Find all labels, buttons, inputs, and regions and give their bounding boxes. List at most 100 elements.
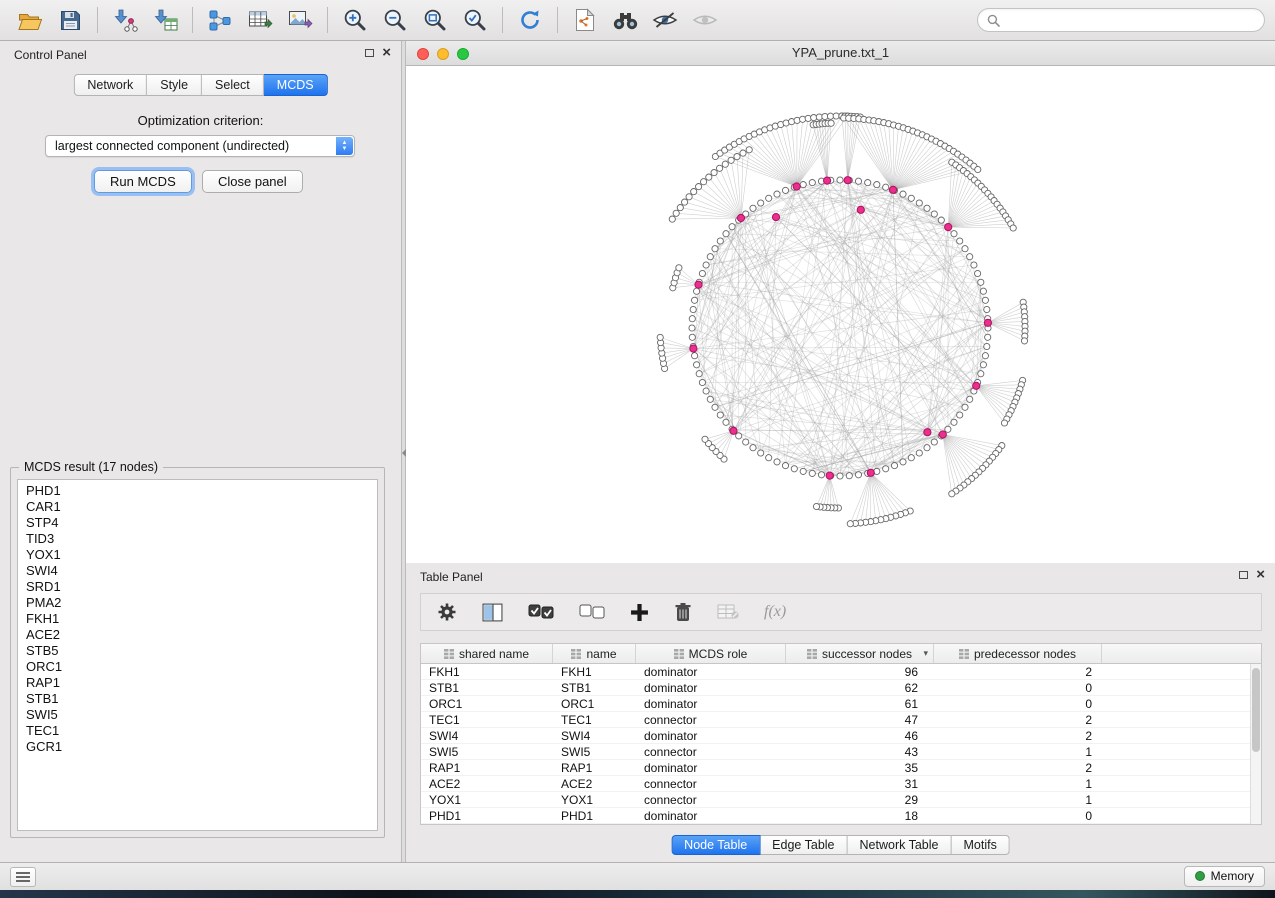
function-builder-button[interactable]: f(x)	[764, 603, 786, 621]
table-cell[interactable]: FKH1	[553, 664, 636, 679]
tab-network-table[interactable]: Network Table	[848, 835, 952, 855]
select-all-button[interactable]	[528, 604, 554, 620]
table-scrollbar[interactable]	[1250, 664, 1261, 824]
table-cell[interactable]: 18	[786, 808, 934, 823]
table-cell[interactable]: 2	[934, 664, 1102, 679]
sort-caret-icon[interactable]: ▾	[923, 648, 928, 659]
zoom-fit-button[interactable]	[415, 3, 455, 37]
hide-graphics-details-button[interactable]	[645, 3, 685, 37]
column-header-shared-name[interactable]: shared name	[421, 644, 553, 663]
table-cell[interactable]: 2	[934, 760, 1102, 775]
table-cell[interactable]: FKH1	[421, 664, 553, 679]
column-header-mcds-role[interactable]: MCDS role	[636, 644, 786, 663]
network-canvas[interactable]	[406, 66, 1275, 563]
table-row[interactable]: ORC1ORC1dominator610	[421, 696, 1261, 712]
mcds-result-item[interactable]: YOX1	[18, 547, 377, 563]
delete-column-button[interactable]	[674, 602, 692, 622]
search-input[interactable]	[1006, 13, 1255, 27]
scrollbar-thumb[interactable]	[1252, 668, 1260, 752]
table-cell[interactable]: RAP1	[553, 760, 636, 775]
mcds-result-item[interactable]: STB1	[18, 691, 377, 707]
add-column-button[interactable]	[630, 603, 649, 622]
table-cell[interactable]: 46	[786, 728, 934, 743]
tab-motifs[interactable]: Motifs	[951, 835, 1009, 855]
table-cell[interactable]: 43	[786, 744, 934, 759]
panel-menu-button[interactable]	[10, 867, 36, 887]
run-mcds-button[interactable]: Run MCDS	[94, 170, 192, 193]
mcds-result-item[interactable]: PHD1	[18, 483, 377, 499]
tab-select[interactable]: Select	[202, 74, 264, 96]
table-cell[interactable]: YOX1	[553, 792, 636, 807]
table-cell[interactable]: ACE2	[553, 776, 636, 791]
table-cell[interactable]: 61	[786, 696, 934, 711]
table-cell[interactable]: dominator	[636, 808, 786, 823]
table-cell[interactable]: 47	[786, 712, 934, 727]
delete-table-button[interactable]	[717, 604, 739, 620]
tab-mcds[interactable]: MCDS	[264, 74, 328, 96]
table-row[interactable]: STB1STB1dominator620	[421, 680, 1261, 696]
table-cell[interactable]: dominator	[636, 696, 786, 711]
find-button[interactable]	[605, 3, 645, 37]
export-image-button[interactable]	[280, 3, 320, 37]
table-cell[interactable]: 31	[786, 776, 934, 791]
import-network-button[interactable]	[105, 3, 145, 37]
new-network-button[interactable]	[200, 3, 240, 37]
table-cell[interactable]: 0	[934, 808, 1102, 823]
table-cell[interactable]: SWI4	[421, 728, 553, 743]
mcds-result-item[interactable]: RAP1	[18, 675, 377, 691]
table-cell[interactable]: YOX1	[421, 792, 553, 807]
mcds-result-item[interactable]: SWI5	[18, 707, 377, 723]
zoom-selected-button[interactable]	[455, 3, 495, 37]
table-cell[interactable]: SWI5	[421, 744, 553, 759]
table-cell[interactable]: 1	[934, 792, 1102, 807]
mcds-result-item[interactable]: CAR1	[18, 499, 377, 515]
table-row[interactable]: SWI5SWI5connector431	[421, 744, 1261, 760]
table-cell[interactable]: 29	[786, 792, 934, 807]
tab-style[interactable]: Style	[147, 74, 202, 96]
tab-edge-table[interactable]: Edge Table	[760, 835, 847, 855]
memory-button[interactable]: Memory	[1184, 866, 1265, 887]
table-cell[interactable]: TEC1	[553, 712, 636, 727]
table-row[interactable]: ACE2ACE2connector311	[421, 776, 1261, 792]
table-cell[interactable]: ORC1	[421, 696, 553, 711]
import-table-button[interactable]	[145, 3, 185, 37]
table-cell[interactable]: 96	[786, 664, 934, 679]
table-cell[interactable]: dominator	[636, 728, 786, 743]
close-panel-button[interactable]: Close panel	[202, 170, 303, 193]
open-session-button[interactable]	[10, 3, 50, 37]
column-header-name[interactable]: name	[553, 644, 636, 663]
column-header-successor-nodes[interactable]: successor nodes▾	[786, 644, 934, 663]
refresh-view-button[interactable]	[510, 3, 550, 37]
table-row[interactable]: TEC1TEC1connector472	[421, 712, 1261, 728]
show-columns-button[interactable]	[482, 603, 503, 622]
table-cell[interactable]: connector	[636, 792, 786, 807]
zoom-out-button[interactable]	[375, 3, 415, 37]
table-cell[interactable]: RAP1	[421, 760, 553, 775]
table-cell[interactable]: connector	[636, 776, 786, 791]
save-session-button[interactable]	[50, 3, 90, 37]
table-cell[interactable]: 1	[934, 776, 1102, 791]
mcds-result-list[interactable]: PHD1CAR1STP4TID3YOX1SWI4SRD1PMA2FKH1ACE2…	[17, 479, 378, 831]
table-cell[interactable]: dominator	[636, 760, 786, 775]
table-cell[interactable]: SWI4	[553, 728, 636, 743]
mcds-result-item[interactable]: SRD1	[18, 579, 377, 595]
network-window-titlebar[interactable]: YPA_prune.txt_1	[406, 41, 1275, 66]
table-cell[interactable]: PHD1	[553, 808, 636, 823]
table-cell[interactable]: dominator	[636, 664, 786, 679]
table-cell[interactable]: connector	[636, 744, 786, 759]
table-row[interactable]: SWI4SWI4dominator462	[421, 728, 1261, 744]
table-cell[interactable]: ORC1	[553, 696, 636, 711]
mcds-result-item[interactable]: STB5	[18, 643, 377, 659]
mcds-result-item[interactable]: STP4	[18, 515, 377, 531]
export-network-button[interactable]	[565, 3, 605, 37]
mcds-result-item[interactable]: TEC1	[18, 723, 377, 739]
table-cell[interactable]: SWI5	[553, 744, 636, 759]
table-cell[interactable]: 62	[786, 680, 934, 695]
deselect-all-button[interactable]	[579, 604, 605, 620]
mcds-result-item[interactable]: TID3	[18, 531, 377, 547]
mcds-result-item[interactable]: ORC1	[18, 659, 377, 675]
new-table-button[interactable]	[240, 3, 280, 37]
mcds-result-item[interactable]: SWI4	[18, 563, 377, 579]
tab-network[interactable]: Network	[73, 74, 147, 96]
table-cell[interactable]: ACE2	[421, 776, 553, 791]
